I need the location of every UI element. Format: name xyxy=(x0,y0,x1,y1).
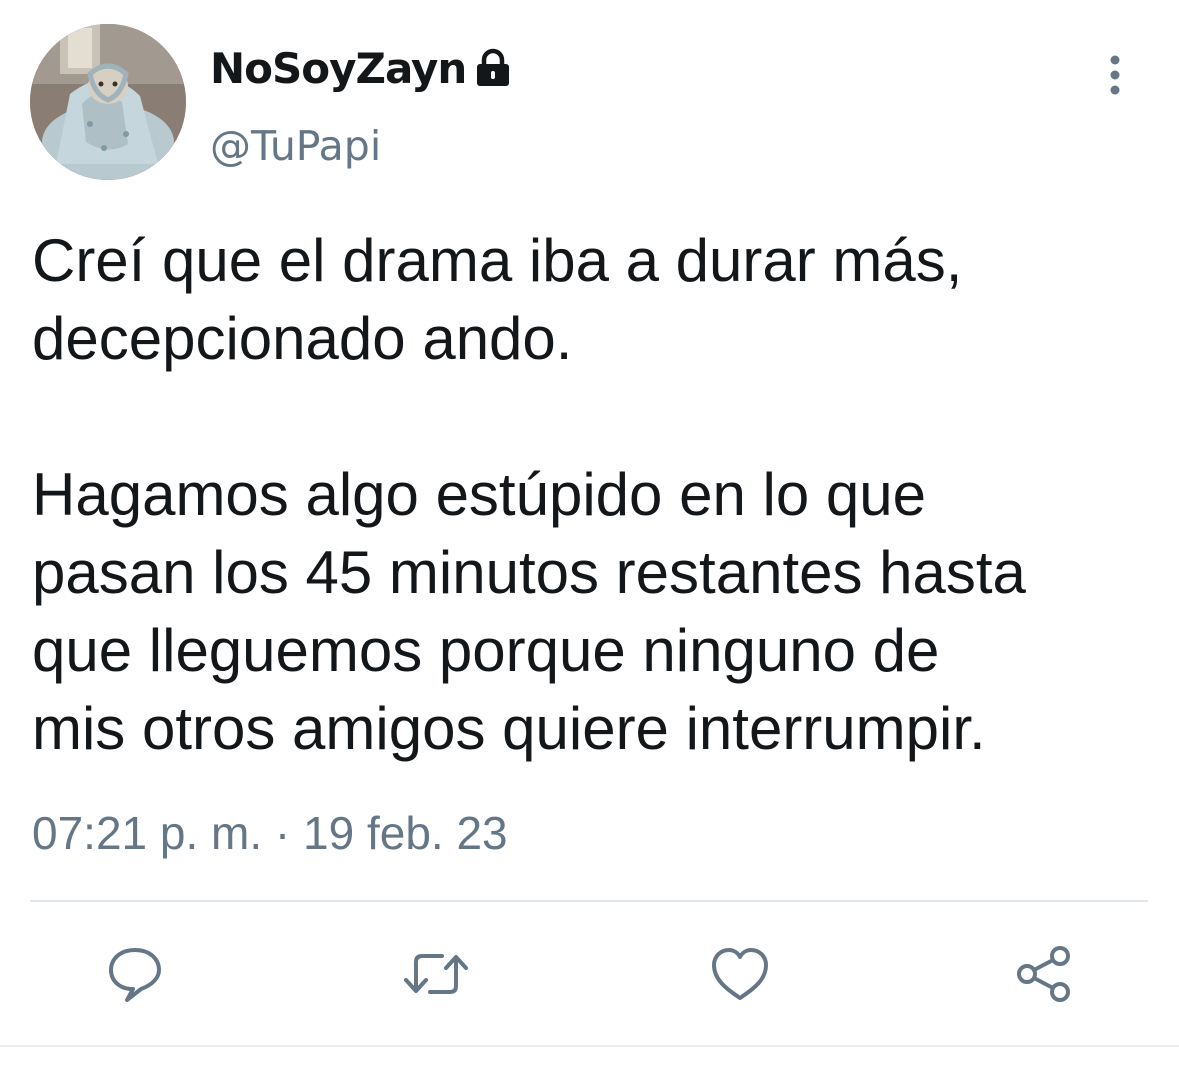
like-button[interactable] xyxy=(706,940,774,1008)
heart-icon xyxy=(712,948,768,1000)
tweet-text: Creí que el drama iba a durar más, decep… xyxy=(32,222,1162,768)
tweet-text-line: pasan los 45 minutos restantes hasta xyxy=(32,539,1026,606)
divider xyxy=(30,900,1148,902)
tweet-text-line: que lleguemos porque ninguno de xyxy=(32,617,940,684)
tweet-text-line: decepcionado ando. xyxy=(32,305,573,372)
author-name-row[interactable]: NoSoyZayn xyxy=(210,40,512,96)
bottom-divider xyxy=(0,1045,1179,1047)
share-button[interactable] xyxy=(1010,940,1078,1008)
tweet-text-line: mis otros amigos quiere interrumpir. xyxy=(32,695,986,762)
tweet-text-line: Hagamos algo estúpido en lo que xyxy=(32,461,926,528)
display-name[interactable]: NoSoyZayn xyxy=(210,44,467,93)
more-vertical-icon[interactable] xyxy=(1100,52,1130,98)
retweet-button[interactable] xyxy=(402,940,470,1008)
timestamp: 07:21 p. m. · 19 feb. 23 xyxy=(32,807,508,859)
avatar[interactable] xyxy=(30,24,186,180)
tweet-detail: NoSoyZayn @TuPapi Creí que el drama iba … xyxy=(0,0,1179,1065)
reply-button[interactable] xyxy=(101,940,169,1008)
user-handle[interactable]: @TuPapi xyxy=(210,122,381,170)
avatar-photo-icon xyxy=(30,24,186,180)
reply-icon xyxy=(109,948,161,1002)
tweet-text-line: Creí que el drama iba a durar más, xyxy=(32,227,963,294)
retweet-icon xyxy=(404,954,468,994)
share-icon xyxy=(1017,946,1070,1002)
lock-icon xyxy=(477,48,510,86)
